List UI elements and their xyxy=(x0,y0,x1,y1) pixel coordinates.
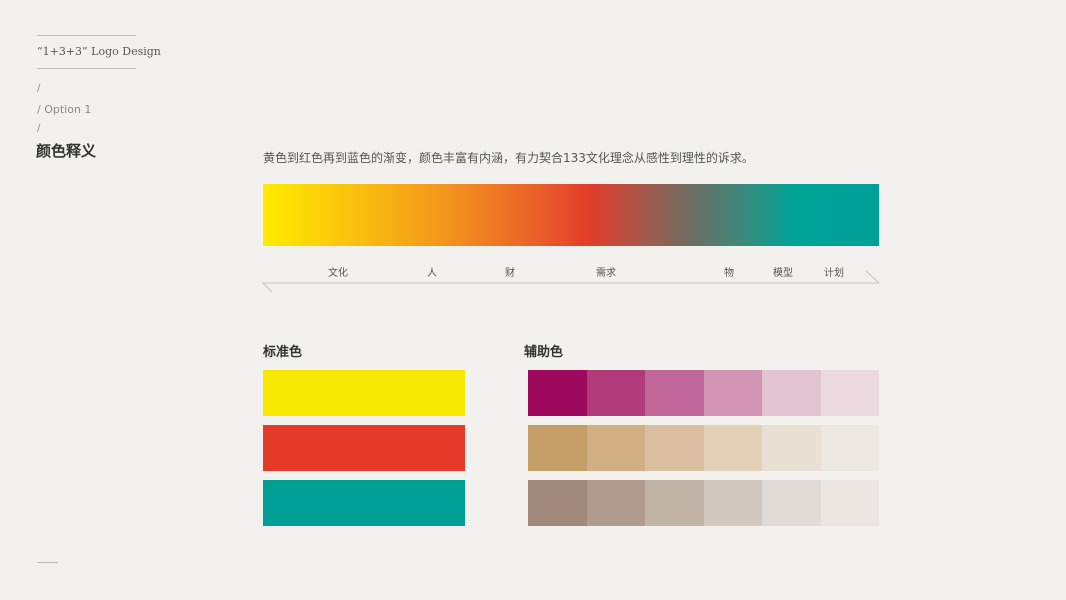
auxiliary-swatch xyxy=(586,480,645,526)
auxiliary-row-taupe xyxy=(528,480,879,526)
auxiliary-swatch xyxy=(703,370,762,416)
axis-label-model: 模型 xyxy=(773,268,793,279)
auxiliary-swatch xyxy=(528,370,587,416)
auxiliary-swatch xyxy=(820,370,879,416)
gradient-bar xyxy=(263,184,879,246)
auxiliary-row-tan xyxy=(528,425,879,471)
auxiliary-swatch xyxy=(820,480,879,526)
axis-label-culture: 文化 xyxy=(328,268,348,279)
breadcrumb-slash: / xyxy=(37,123,41,134)
auxiliary-swatch xyxy=(528,480,587,526)
axis-right-tick xyxy=(865,270,880,284)
auxiliary-swatch xyxy=(820,425,879,471)
footer-rule xyxy=(37,562,58,563)
page-title: 颜色释义 xyxy=(36,142,97,160)
auxiliary-swatch xyxy=(645,370,704,416)
project-title: “1+3+3” Logo Design xyxy=(37,45,161,58)
auxiliary-swatch xyxy=(586,425,645,471)
axis-label-people: 人 xyxy=(427,268,437,279)
auxiliary-swatch xyxy=(645,425,704,471)
auxiliary-swatch xyxy=(586,370,645,416)
description-text: 黄色到红色再到蓝色的渐变，颜色丰富有内涵，有力契合133文化理念从感性到理性的诉… xyxy=(263,151,754,165)
auxiliary-swatch xyxy=(762,480,821,526)
breadcrumb-option: / Option 1 xyxy=(37,103,92,116)
axis-left-tick xyxy=(262,282,273,293)
standard-swatch-red xyxy=(263,425,465,471)
standard-swatch-teal xyxy=(263,480,465,526)
auxiliary-swatch xyxy=(762,425,821,471)
auxiliary-swatch xyxy=(645,480,704,526)
breadcrumb-slash: / xyxy=(37,83,41,94)
auxiliary-swatch xyxy=(703,425,762,471)
standard-colors-title: 标准色 xyxy=(263,345,303,360)
auxiliary-swatch xyxy=(762,370,821,416)
sidebar-bottom-rule xyxy=(37,68,136,69)
axis-label-plan: 计划 xyxy=(824,268,844,279)
auxiliary-colors-title: 辅助色 xyxy=(524,345,564,360)
axis-label-finance: 财 xyxy=(505,268,515,279)
axis-label-demand: 需求 xyxy=(596,268,616,279)
axis-label-goods: 物 xyxy=(724,268,734,279)
sidebar-top-rule xyxy=(37,35,136,36)
auxiliary-row-magenta xyxy=(528,370,879,416)
auxiliary-swatch xyxy=(528,425,587,471)
standard-swatch-yellow xyxy=(263,370,465,416)
auxiliary-swatch xyxy=(703,480,762,526)
